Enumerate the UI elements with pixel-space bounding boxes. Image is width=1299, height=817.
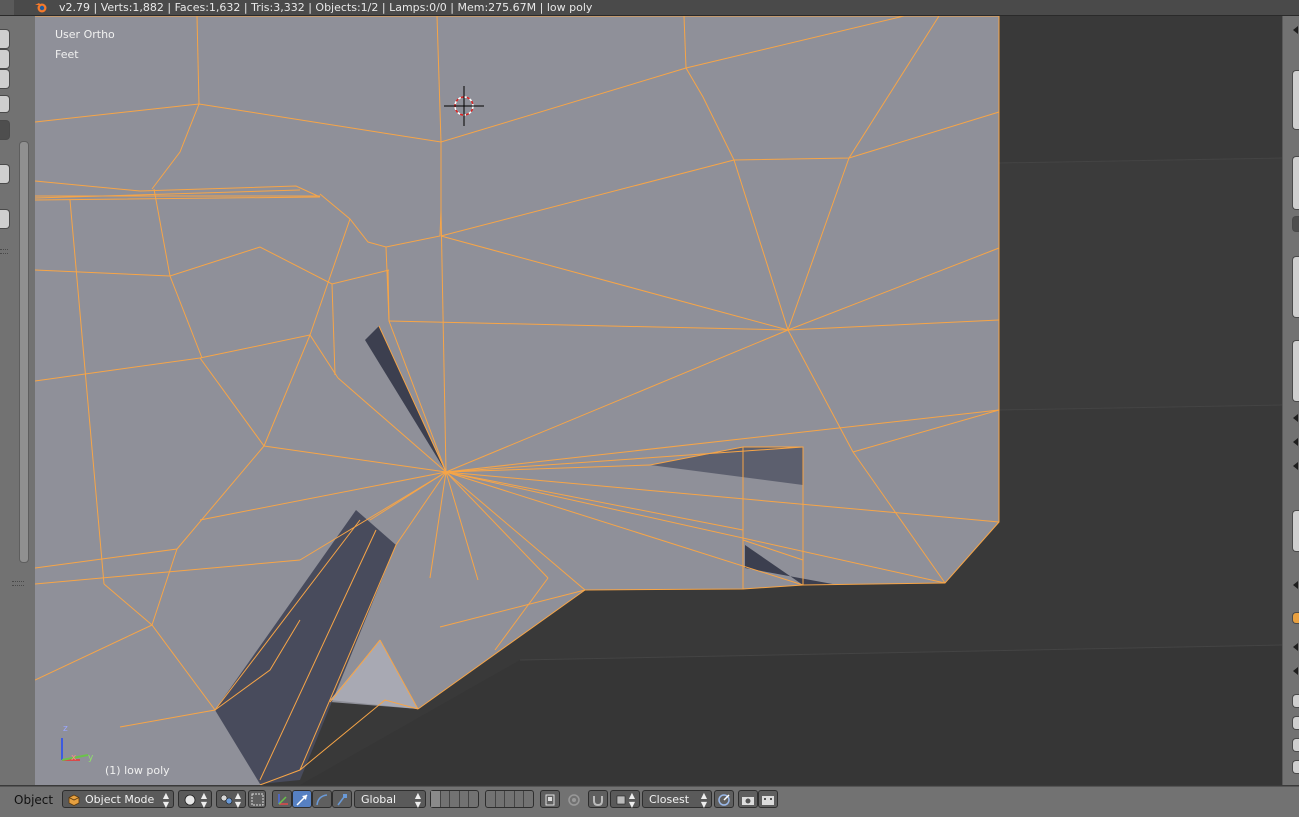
manipulator-toggle[interactable]	[248, 790, 266, 808]
grid-units-label: Feet	[55, 48, 79, 61]
editor-type-button[interactable]	[0, 0, 14, 15]
property-field[interactable]	[1292, 256, 1299, 318]
tool-tab-relations[interactable]	[0, 69, 10, 89]
lock-camera-button[interactable]	[540, 790, 560, 808]
panel-collapse-icon[interactable]	[1293, 581, 1298, 589]
layer-button[interactable]	[431, 791, 441, 807]
snap-align-icon	[718, 794, 730, 806]
layer-button[interactable]	[460, 791, 470, 807]
proportional-edit-button[interactable]	[564, 790, 584, 808]
lock-camera-icon	[545, 794, 555, 806]
axis-x-label: x	[71, 753, 77, 763]
tool-shelf[interactable]	[0, 16, 36, 785]
view-name-label: User Ortho	[55, 28, 115, 41]
object-menu[interactable]: Object	[14, 793, 53, 807]
layers-grid[interactable]	[430, 790, 479, 808]
object-mode-cube-icon	[68, 794, 80, 806]
scene-statistics: v2.79 | Verts:1,882 | Faces:1,632 | Tris…	[59, 1, 593, 14]
axis-y-label: y	[88, 753, 94, 763]
panel-expand-icon[interactable]	[1293, 438, 1298, 446]
property-field[interactable]	[1292, 510, 1299, 552]
translate-icon	[296, 794, 308, 806]
render-still-button[interactable]	[738, 790, 758, 808]
snap-element-icon	[616, 795, 626, 805]
render-camera-icon	[742, 797, 754, 805]
pivot-point-icon	[220, 794, 233, 805]
rotate-button[interactable]	[312, 790, 332, 808]
property-field[interactable]	[1292, 70, 1299, 130]
view3d-header: Object Object Mode ▲ ▼ ▲ ▼ ▲ ▼ Global ▲ …	[0, 786, 1299, 817]
checkbox[interactable]	[1292, 716, 1299, 730]
tool-shelf-scrollbar[interactable]	[19, 141, 29, 563]
checkbox[interactable]	[1292, 694, 1299, 708]
mesh-view[interactable]	[35, 16, 1282, 785]
render-animation-icon	[762, 796, 774, 805]
layer-button[interactable]	[505, 791, 515, 807]
layers-grid[interactable]	[485, 790, 534, 808]
panel-expand-icon[interactable]	[1293, 643, 1298, 651]
layer-button[interactable]	[524, 791, 533, 807]
tool-tab-animation[interactable]	[0, 95, 10, 113]
snap-target-dropdown[interactable]: Closest ▲ ▼	[642, 790, 712, 809]
layer-button[interactable]	[515, 791, 525, 807]
snap-button[interactable]	[588, 790, 608, 808]
translate-button[interactable]	[292, 790, 312, 808]
transform-manipulator-button[interactable]	[272, 790, 292, 808]
panel-grip[interactable]	[0, 249, 8, 254]
tool-tab-create[interactable]	[0, 49, 10, 69]
panel-collapse-icon[interactable]	[1293, 26, 1298, 34]
tool-tab-physics[interactable]	[0, 120, 10, 140]
property-field[interactable]	[1292, 612, 1299, 624]
rotate-icon	[316, 794, 328, 806]
layer-button[interactable]	[441, 791, 451, 807]
layer-button[interactable]	[496, 791, 506, 807]
render-animation-button[interactable]	[758, 790, 778, 808]
snap-align-button[interactable]	[714, 790, 734, 808]
scale-icon	[337, 794, 347, 806]
interaction-mode-label: Object Mode	[85, 793, 155, 806]
tool-tab-tools[interactable]	[0, 29, 10, 49]
transform-orientation-label: Global	[361, 793, 397, 806]
panel-grip[interactable]	[12, 581, 24, 586]
pivot-point-dropdown[interactable]: ▲ ▼	[216, 790, 246, 809]
panel-collapse-icon[interactable]	[1293, 462, 1298, 470]
transform-orientation-dropdown[interactable]: Global ▲ ▼	[354, 790, 426, 809]
tool-tab-grease-pencil[interactable]	[0, 164, 10, 184]
viewport-shading-dropdown[interactable]: ▲ ▼	[178, 790, 212, 809]
3d-viewport[interactable]: User Ortho Feet (1) low poly z y x	[35, 16, 1282, 785]
proportional-edit-icon	[568, 794, 580, 806]
snap-magnet-icon	[593, 796, 603, 807]
info-header: v2.79 | Verts:1,882 | Faces:1,632 | Tris…	[0, 0, 1299, 16]
scale-button[interactable]	[332, 790, 352, 808]
panel-expand-icon[interactable]	[1293, 414, 1298, 422]
property-field[interactable]	[1292, 156, 1299, 210]
tool-tab-options[interactable]	[0, 209, 10, 229]
property-field[interactable]	[1292, 216, 1299, 232]
active-object-label: (1) low poly	[105, 764, 170, 777]
snap-target-label: Closest	[649, 793, 690, 806]
translate-axes-icon	[278, 794, 288, 805]
layer-button[interactable]	[450, 791, 460, 807]
panel-collapse-icon[interactable]	[1293, 667, 1298, 675]
manipulator-icon	[251, 793, 264, 806]
checkbox[interactable]	[1292, 738, 1299, 752]
property-field[interactable]	[1292, 340, 1299, 402]
interaction-mode-dropdown[interactable]: Object Mode ▲ ▼	[62, 790, 174, 809]
axis-z-label: z	[63, 724, 68, 734]
blender-logo-icon	[35, 3, 47, 13]
snap-element-dropdown[interactable]: ▲ ▼	[610, 790, 640, 809]
viewport-shading-icon	[184, 794, 196, 806]
ground-plane	[999, 158, 1282, 410]
layer-button[interactable]	[469, 791, 478, 807]
checkbox[interactable]	[1292, 760, 1299, 774]
properties-region[interactable]	[1282, 16, 1299, 785]
layer-button[interactable]	[486, 791, 496, 807]
